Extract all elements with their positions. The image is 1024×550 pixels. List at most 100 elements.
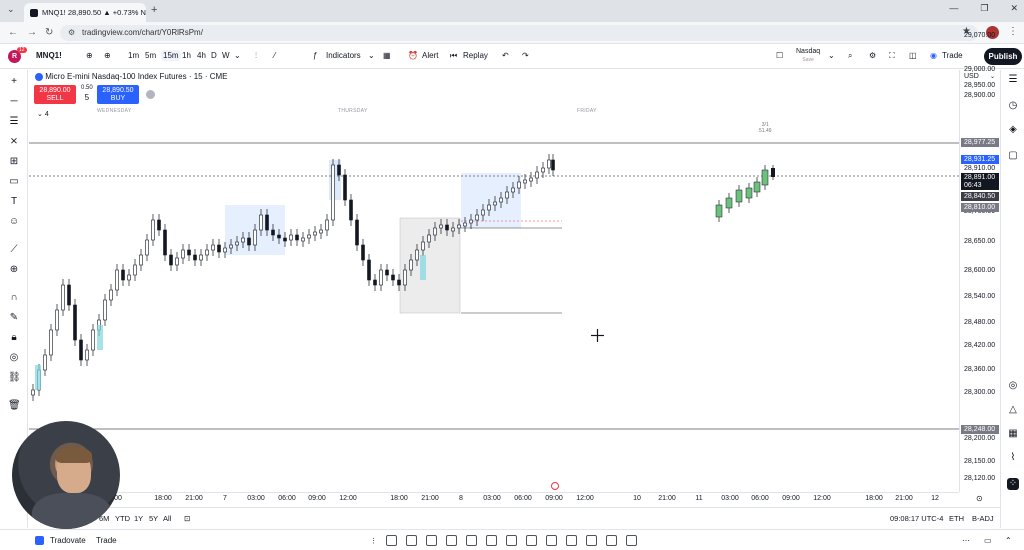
undo-icon[interactable]: ↶: [502, 51, 509, 60]
fav-tool-11-icon[interactable]: [586, 535, 597, 546]
drawing-mode-icon[interactable]: ✎: [8, 312, 20, 324]
text-tool-icon[interactable]: T: [8, 196, 20, 208]
publish-button[interactable]: Publish: [984, 48, 1022, 65]
redo-icon[interactable]: ↷: [522, 51, 529, 60]
range-ytd[interactable]: YTD: [115, 514, 130, 523]
fav-tool-2-icon[interactable]: [406, 535, 417, 546]
fav-tool-10-icon[interactable]: [566, 535, 577, 546]
tf-w[interactable]: W: [222, 51, 230, 60]
data-window-icon[interactable]: ◈: [1007, 124, 1019, 136]
minimize-icon[interactable]: —: [949, 3, 958, 14]
broker-trade-tab[interactable]: Trade: [96, 536, 117, 545]
adjust-toggle[interactable]: B-ADJ: [972, 514, 994, 523]
layouts-grid-icon[interactable]: ▦: [383, 51, 391, 60]
target-icon[interactable]: ◎: [1007, 380, 1019, 392]
drag-handle-icon[interactable]: ⋮: [370, 537, 377, 545]
forecast-tool-icon[interactable]: ⊞: [8, 156, 20, 168]
replay-button[interactable]: Replay: [463, 51, 488, 60]
tf-15m[interactable]: 15m: [161, 50, 181, 61]
spread-qty[interactable]: 0.50 5: [81, 84, 93, 104]
fav-tool-6-icon[interactable]: [486, 535, 497, 546]
trade-button[interactable]: Trade: [942, 51, 963, 60]
indicator-templates-icon[interactable]: ⌄: [368, 51, 375, 60]
go-to-date-icon[interactable]: ⊙: [976, 494, 983, 503]
alert-icon[interactable]: ⏰: [408, 51, 418, 60]
buy-button[interactable]: 28,890.50 BUY: [97, 85, 139, 104]
timeframe-dropdown-icon[interactable]: ⌄: [234, 51, 241, 60]
time-axis[interactable]: 00 18:00 21:00 7 03:00 06:00 09:00 12:00 18:00 21…: [29, 492, 983, 506]
tf-1h[interactable]: 1h: [182, 51, 191, 60]
range-1y[interactable]: 1Y: [134, 514, 143, 523]
pattern-tool-icon[interactable]: ⨯: [8, 136, 20, 148]
date-range-icon[interactable]: ⊡: [184, 514, 190, 523]
lock-drawings-icon[interactable]: 🔒︎: [8, 332, 20, 344]
currency-label[interactable]: USD: [964, 73, 979, 80]
range-all[interactable]: All: [163, 514, 171, 523]
tf-5m[interactable]: 5m: [145, 51, 156, 60]
indicators-button[interactable]: Indicators: [326, 51, 361, 60]
fav-tool-1-icon[interactable]: [386, 535, 397, 546]
settings-gear-icon[interactable]: ⚙: [869, 51, 876, 60]
price-axis[interactable]: USD ⌄ 29,070.00 29,000.00 28,950.00 28,900.…: [959, 32, 1000, 492]
window-close-icon[interactable]: ✕: [1010, 3, 1018, 14]
back-icon[interactable]: ←: [8, 27, 18, 38]
maximize-icon[interactable]: ❐: [980, 3, 988, 14]
ruler-icon[interactable]: ⟋: [8, 244, 20, 256]
browser-tab[interactable]: MNQ1! 28,890.50 ▲ +0.73% N ✕: [24, 3, 146, 22]
reload-icon[interactable]: ↻: [45, 27, 53, 38]
legend-collapse-toggle[interactable]: ⌄ 4: [37, 110, 49, 118]
browser-menu-icon[interactable]: ⋮: [1008, 26, 1018, 37]
layout-menu-icon[interactable]: ⌄: [828, 51, 835, 60]
fav-tool-4-icon[interactable]: [446, 535, 457, 546]
bar-style-icon[interactable]: ⫶: [255, 51, 257, 61]
panel-maximize-icon[interactable]: ▭: [984, 536, 992, 545]
link-icon[interactable]: ⛓: [8, 372, 21, 384]
alert-button[interactable]: Alert: [422, 51, 438, 60]
layout-checkbox-icon[interactable]: ☐: [776, 51, 783, 60]
forward-icon[interactable]: →: [27, 27, 37, 38]
url-field[interactable]: ⚙ tradingview.com/chart/Y0RlRsPm/: [60, 25, 978, 41]
alerts-clock-icon[interactable]: ◷: [1007, 100, 1019, 112]
shapes-tool-icon[interactable]: ▭: [8, 176, 20, 188]
new-tab-icon[interactable]: +: [151, 4, 157, 16]
fav-tool-3-icon[interactable]: [426, 535, 437, 546]
events-flag-icon[interactable]: [551, 482, 559, 490]
icons-tool-icon[interactable]: ☺: [8, 216, 20, 228]
currency-dropdown-icon[interactable]: ⌄: [990, 73, 995, 80]
fav-tool-9-icon[interactable]: [546, 535, 557, 546]
layout-name[interactable]: Nasdaq Save: [796, 48, 820, 64]
fav-tool-13-icon[interactable]: [626, 535, 637, 546]
chart-pane[interactable]: Micro E-mini Nasdaq-100 Index Futures · …: [29, 70, 959, 492]
broker-name[interactable]: Tradovate: [50, 536, 86, 545]
fav-tool-12-icon[interactable]: [606, 535, 617, 546]
fullscreen-icon[interactable]: ⛶: [889, 51, 895, 61]
add-symbol-icon[interactable]: ⊕: [104, 51, 111, 60]
replay-icon[interactable]: ⏮: [450, 51, 457, 61]
chat-icon[interactable]: ▢: [1007, 150, 1019, 162]
site-info-icon[interactable]: ⚙: [68, 25, 75, 41]
trade-panel-icon[interactable]: ◉: [930, 51, 937, 60]
compare-icon[interactable]: ⊕: [86, 51, 93, 60]
tf-4h[interactable]: 4h: [197, 51, 206, 60]
magnet-icon[interactable]: ∩: [8, 292, 20, 304]
fib-tool-icon[interactable]: ☰: [8, 116, 20, 128]
clock-timezone[interactable]: 09:08:17 UTC-4: [890, 514, 943, 523]
trend-line-tool-icon[interactable]: ─: [8, 96, 20, 108]
trash-icon[interactable]: 🗑︎: [8, 400, 21, 412]
ideas-icon[interactable]: △: [1007, 404, 1019, 416]
tf-1m[interactable]: 1m: [128, 51, 139, 60]
fav-tool-8-icon[interactable]: [526, 535, 537, 546]
symbol-search[interactable]: MNQ1!: [36, 51, 62, 60]
quick-search-icon[interactable]: ⌕: [848, 51, 852, 61]
crosshair-tool-icon[interactable]: +: [8, 76, 20, 88]
snapshot-camera-icon[interactable]: ◫: [909, 51, 917, 60]
hide-drawings-icon[interactable]: ◎: [8, 352, 20, 364]
watchlist-icon[interactable]: ☰: [1007, 74, 1019, 86]
range-5y[interactable]: 5Y: [149, 514, 158, 523]
notifications-icon[interactable]: ⌇: [1007, 452, 1019, 464]
zoom-in-icon[interactable]: ⊕: [8, 264, 20, 276]
info-icon[interactable]: [146, 90, 155, 99]
fav-tool-5-icon[interactable]: [466, 535, 477, 546]
fav-tool-7-icon[interactable]: [506, 535, 517, 546]
calendar-icon[interactable]: ▦: [1007, 428, 1019, 440]
